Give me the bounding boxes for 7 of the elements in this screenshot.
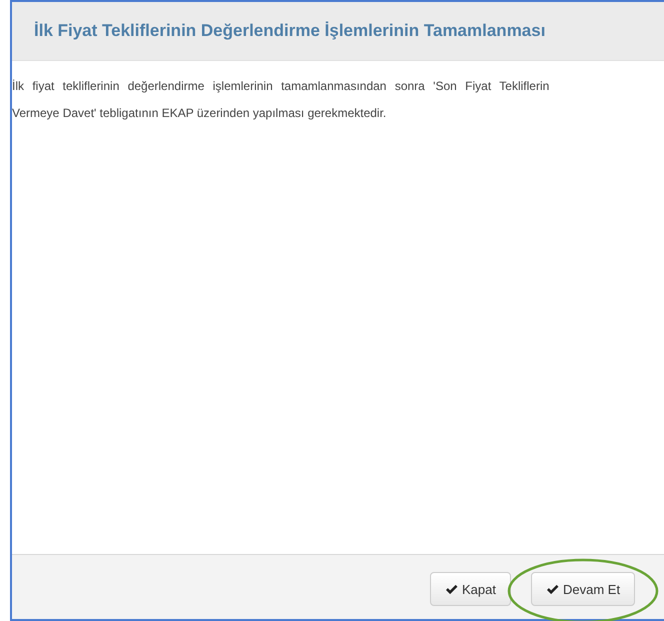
check-icon bbox=[546, 584, 559, 594]
check-icon bbox=[445, 584, 458, 594]
message-text: İlk fiyat tekliflerinin değerlendirme işlemlerinin tamamlanmasından sonra 'Son Fiyat Tekliflerin bbox=[12, 78, 550, 95]
dialog-title: İlk Fiyat Tekliflerinin Değerlendirme İşlemlerinin Tamamlanması bbox=[34, 21, 546, 41]
dialog-button[interactable]: Devam Et bbox=[530, 572, 636, 606]
dialog-button[interactable]: Kapat bbox=[430, 572, 511, 606]
message-text: Vermeye Davet' tebligatının EKAP üzerinden yapılması gerekmektedir. bbox=[12, 105, 388, 122]
